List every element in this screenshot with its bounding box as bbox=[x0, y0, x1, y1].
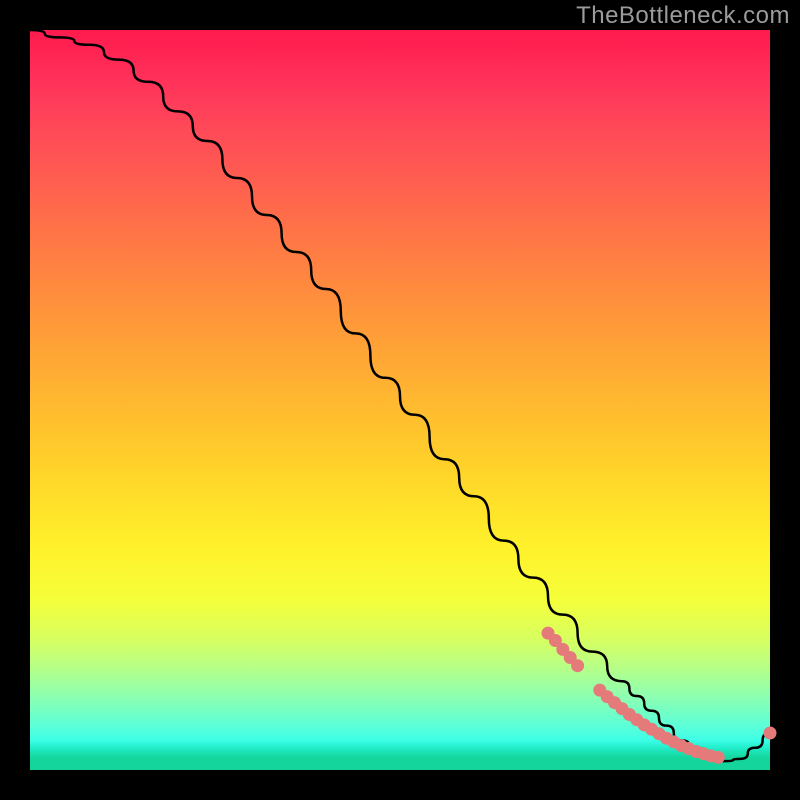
highlight-point bbox=[712, 751, 725, 764]
watermark-label: TheBottleneck.com bbox=[576, 2, 790, 30]
plot-area bbox=[30, 30, 770, 770]
highlight-point bbox=[764, 727, 777, 740]
highlight-point bbox=[571, 659, 584, 672]
chart-frame: TheBottleneck.com bbox=[0, 0, 800, 800]
bottleneck-curve bbox=[30, 30, 770, 761]
chart-svg bbox=[30, 30, 770, 770]
